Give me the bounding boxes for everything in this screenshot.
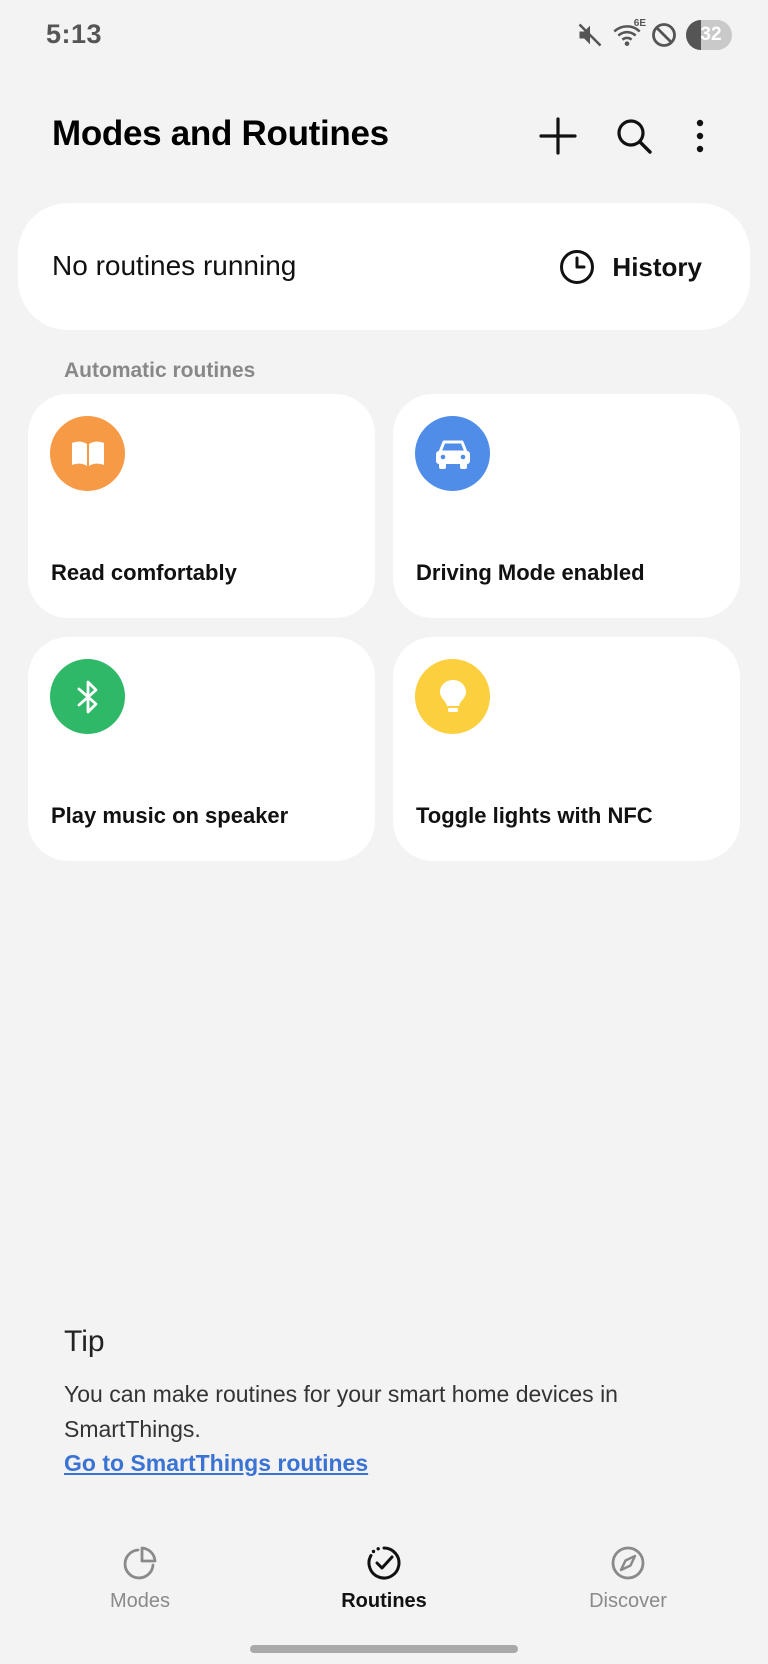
battery-level: 32 xyxy=(700,24,722,45)
tip-body: You can make routines for your smart hom… xyxy=(64,1381,618,1442)
running-routines-card: No routines running History xyxy=(18,203,750,330)
tip-section: Tip You can make routines for your smart… xyxy=(64,1325,724,1479)
wifi-icon: 6E xyxy=(612,18,646,49)
routine-card-play-music[interactable]: Play music on speaker xyxy=(28,637,375,861)
routine-icon-badge xyxy=(415,416,490,491)
status-bar: 5:13 6E 32 xyxy=(0,0,768,72)
history-label: History xyxy=(612,251,702,282)
routine-card-read-comfortably[interactable]: Read comfortably xyxy=(28,394,375,618)
nav-label-modes: Modes xyxy=(109,1590,171,1612)
bluetooth-icon xyxy=(77,680,97,713)
routine-label: Read comfortably xyxy=(51,560,237,585)
screen: 5:13 6E 32 Modes and Routines No routine… xyxy=(0,0,768,1664)
app-header: Modes and Routines xyxy=(0,96,768,176)
smartthings-routines-link[interactable]: Go to SmartThings routines xyxy=(64,1447,368,1479)
status-icons: 6E 32 xyxy=(576,18,732,50)
routines-icon xyxy=(367,1546,401,1580)
search-button[interactable] xyxy=(610,112,658,160)
bottom-navigation: Modes Routines Discover xyxy=(0,1540,768,1640)
compass-icon xyxy=(611,1546,645,1580)
book-icon xyxy=(71,441,104,466)
tip-title: Tip xyxy=(64,1325,105,1358)
running-status-text: No routines running xyxy=(52,250,297,281)
status-time: 5:13 xyxy=(46,19,103,49)
more-options-icon xyxy=(696,119,704,153)
car-icon xyxy=(435,440,470,469)
routine-card-toggle-lights[interactable]: Toggle lights with NFC xyxy=(393,637,740,861)
search-icon xyxy=(617,119,652,154)
lightbulb-icon xyxy=(439,679,466,712)
add-icon xyxy=(539,117,577,155)
nav-label-discover: Discover xyxy=(589,1590,667,1612)
routine-label: Toggle lights with NFC xyxy=(416,803,653,828)
do-not-disturb-icon xyxy=(650,21,678,49)
modes-icon xyxy=(123,1546,157,1580)
routine-label: Play music on speaker xyxy=(51,803,289,828)
home-indicator[interactable] xyxy=(250,1645,518,1653)
add-button[interactable] xyxy=(534,112,582,160)
routine-icon-badge xyxy=(50,416,125,491)
nav-item-routines[interactable]: Routines xyxy=(304,1540,464,1628)
history-button[interactable]: History xyxy=(558,237,702,297)
routine-card-driving-mode[interactable]: Driving Mode enabled xyxy=(393,394,740,618)
clock-icon xyxy=(560,250,595,284)
routine-icon-badge xyxy=(415,659,490,734)
mute-icon xyxy=(576,21,604,49)
nav-item-discover[interactable]: Discover xyxy=(548,1540,708,1628)
network-type-label: 6E xyxy=(633,18,646,29)
more-options-button[interactable] xyxy=(676,112,724,160)
battery-icon: 32 xyxy=(686,20,732,50)
nav-item-modes[interactable]: Modes xyxy=(60,1540,220,1628)
routine-icon-badge xyxy=(50,659,125,734)
section-label-automatic-routines: Automatic routines xyxy=(64,359,256,382)
nav-label-routines: Routines xyxy=(341,1590,427,1612)
routine-label: Driving Mode enabled xyxy=(416,560,645,585)
page-title: Modes and Routines xyxy=(52,114,389,153)
